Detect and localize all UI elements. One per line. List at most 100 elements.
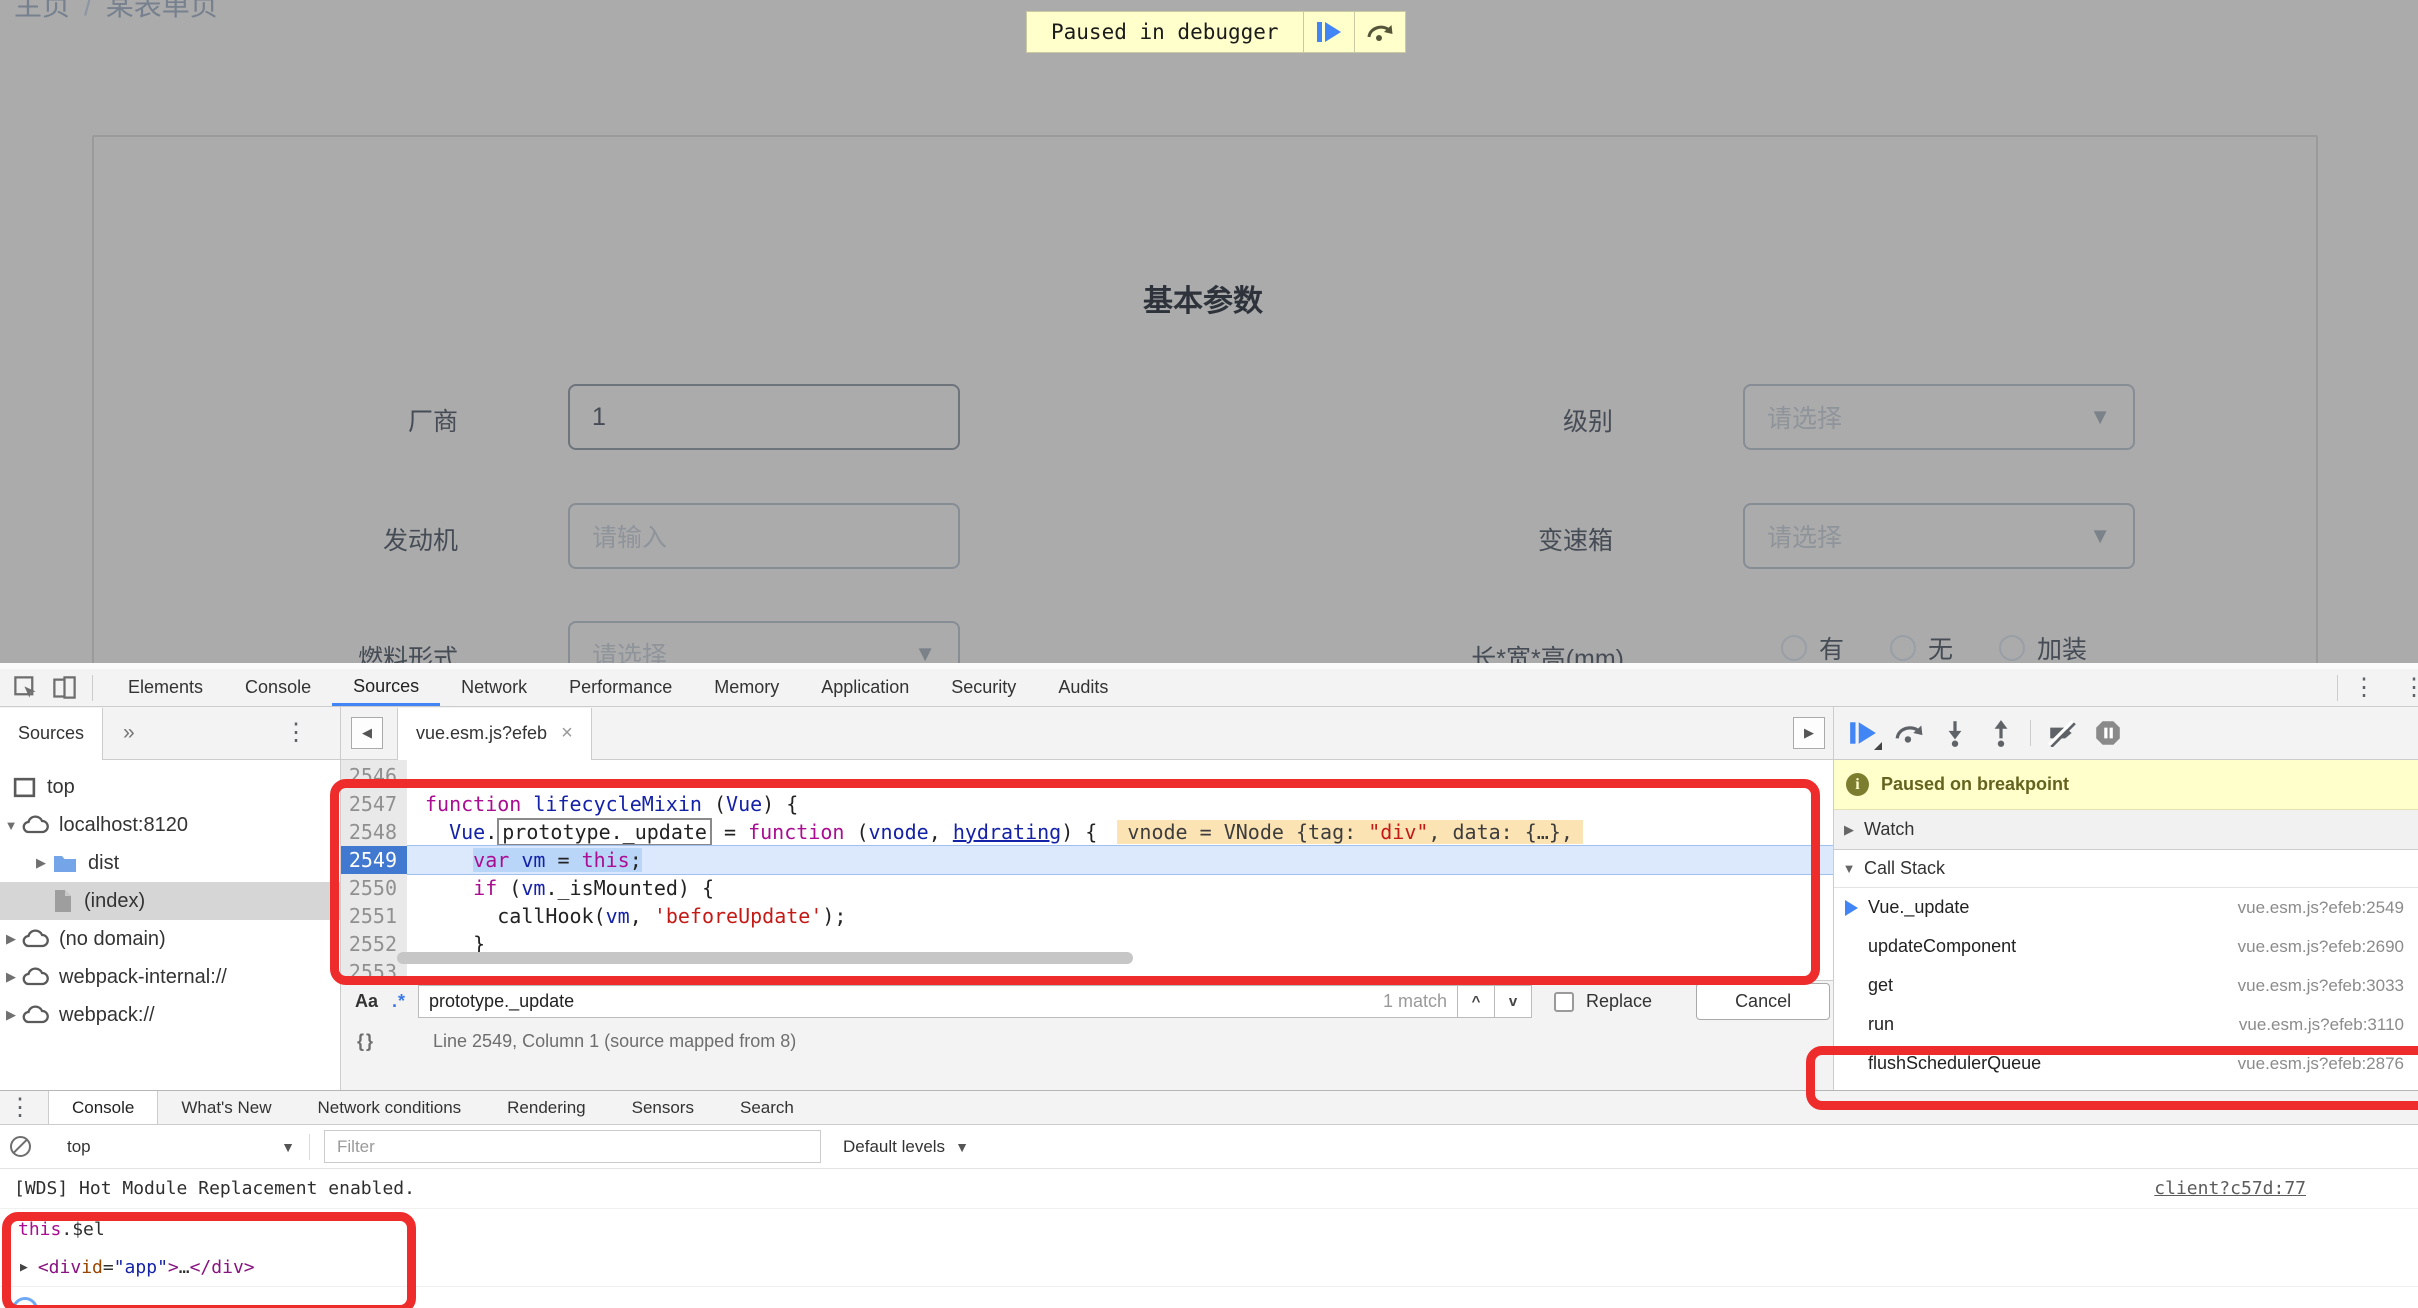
radio-label-yes[interactable]: 有 xyxy=(1819,630,1844,663)
code-line-2551[interactable]: callHook(vm, 'beforeUpdate'); xyxy=(407,902,1833,930)
fuel-select[interactable]: 请选择 ▼ xyxy=(568,621,960,663)
hide-navigator-icon[interactable]: ◀ xyxy=(351,717,383,749)
console-command[interactable]: this.$el xyxy=(0,1209,2418,1249)
navigator-menu-icon[interactable]: ⋮ xyxy=(284,721,308,745)
tree-item-no-domain[interactable]: ▶ (no domain) xyxy=(0,920,340,958)
navigator-tab-sources[interactable]: Sources xyxy=(0,708,103,760)
radio-label-addon[interactable]: 加装 xyxy=(2037,630,2087,663)
code-line-2548[interactable]: Vue.prototype._update = function (vnode,… xyxy=(407,818,1833,846)
tree-item-index-selected[interactable]: (index) xyxy=(0,882,340,920)
radio-label-no[interactable]: 无 xyxy=(1928,630,1953,663)
stack-frame[interactable]: run vue.esm.js?efeb:3110 xyxy=(1834,1005,2418,1044)
source-code-view[interactable]: 2546 2547 2548 2549 2550 2551 2552 2553 … xyxy=(341,760,1833,980)
tab-security[interactable]: Security xyxy=(930,669,1037,706)
step-out-button[interactable] xyxy=(1986,719,2016,747)
search-input[interactable]: prototype._update 1 match xyxy=(418,985,1458,1018)
overflow-tabs-icon[interactable]: » xyxy=(123,721,135,745)
log-levels-dropdown[interactable]: Default levels ▼ xyxy=(843,1137,969,1157)
tree-expanded-icon[interactable]: ▼ xyxy=(0,818,22,833)
horizontal-scrollbar[interactable] xyxy=(397,952,1133,964)
stack-frame[interactable]: updateComponent vue.esm.js?efeb:2690 xyxy=(1834,927,2418,966)
radio-icon[interactable] xyxy=(1781,635,1807,661)
match-case-toggle[interactable]: Aa xyxy=(355,991,378,1012)
tree-collapsed-icon[interactable]: ▶ xyxy=(0,931,22,947)
drawer-tab-console[interactable]: Console xyxy=(48,1091,158,1124)
step-over-button[interactable] xyxy=(1355,12,1405,52)
tree-item-dist[interactable]: ▶ dist xyxy=(0,844,340,882)
close-icon[interactable]: × xyxy=(561,722,573,745)
devtools-menu-icon[interactable]: ⋮ xyxy=(2352,676,2376,700)
devtools-menu-icon-clipped[interactable]: ⋮ xyxy=(2402,676,2418,700)
drawer-tab-rendering[interactable]: Rendering xyxy=(484,1091,608,1124)
tree-collapsed-icon[interactable]: ▶ xyxy=(30,855,52,871)
resume-script-button[interactable] xyxy=(1304,12,1355,52)
line-number[interactable]: 2553 xyxy=(341,958,397,980)
frame-location[interactable]: vue.esm.js?efeb:2549 xyxy=(2238,898,2404,918)
tree-item-localhost[interactable]: ▼ localhost:8120 xyxy=(0,806,340,844)
line-number[interactable]: 2547 xyxy=(341,790,397,818)
pause-on-exceptions-button[interactable] xyxy=(2093,719,2123,747)
tab-performance[interactable]: Performance xyxy=(548,669,693,706)
cancel-button[interactable]: Cancel xyxy=(1696,983,1830,1020)
drawer-tab-sensors[interactable]: Sensors xyxy=(609,1091,717,1124)
frame-location[interactable]: vue.esm.js?efeb:3033 xyxy=(2238,976,2404,996)
gearbox-select[interactable]: 请选择 ▼ xyxy=(1743,503,2135,569)
watch-section[interactable]: ▶ Watch xyxy=(1834,810,2418,850)
expand-result-icon[interactable]: ▶ xyxy=(20,1260,28,1275)
tree-item-webpack[interactable]: ▶ webpack:// xyxy=(0,996,340,1034)
device-toolbar-icon[interactable] xyxy=(51,674,78,701)
frame-location[interactable]: vue.esm.js?efeb:2876 xyxy=(2238,1054,2404,1074)
stack-frame-active[interactable]: Vue._update vue.esm.js?efeb:2549 xyxy=(1834,888,2418,927)
step-over-button[interactable] xyxy=(1894,719,1924,747)
line-number[interactable]: 2550 xyxy=(341,874,397,902)
call-stack-section[interactable]: ▼ Call Stack xyxy=(1834,850,2418,888)
line-number[interactable]: 2546 xyxy=(341,762,397,790)
tab-console[interactable]: Console xyxy=(224,669,332,706)
previous-match-button[interactable]: ^ xyxy=(1458,985,1495,1018)
console-result[interactable]: ▶ <div id="app">…</div> xyxy=(0,1249,2418,1287)
tab-application[interactable]: Application xyxy=(800,669,930,706)
code-line-2550[interactable]: if (vm._isMounted) { xyxy=(407,874,1833,902)
line-number-current[interactable]: 2549 xyxy=(341,846,407,874)
drawer-tab-whats-new[interactable]: What's New xyxy=(158,1091,294,1124)
code-line-2547[interactable]: function lifecycleMixin (Vue) { xyxy=(407,790,1833,818)
tab-elements[interactable]: Elements xyxy=(107,669,224,706)
tab-network[interactable]: Network xyxy=(440,669,548,706)
tree-collapsed-icon[interactable]: ▶ xyxy=(0,969,22,985)
tree-item-top[interactable]: top xyxy=(0,768,340,806)
tab-audits[interactable]: Audits xyxy=(1037,669,1129,706)
stack-frame-flush-scheduler-queue[interactable]: flushSchedulerQueue vue.esm.js?efeb:2876 xyxy=(1834,1044,2418,1083)
editor-tab-vue-esm[interactable]: vue.esm.js?efeb × xyxy=(397,708,592,760)
tree-item-webpack-internal[interactable]: ▶ webpack-internal:// xyxy=(0,958,340,996)
manufacturer-input[interactable]: 1 xyxy=(568,384,960,450)
console-filter-input[interactable]: Filter xyxy=(324,1130,821,1163)
pretty-print-icon[interactable]: {} xyxy=(357,1031,375,1052)
tab-sources[interactable]: Sources xyxy=(332,669,440,706)
drawer-menu-icon[interactable]: ⋮ xyxy=(8,1096,32,1120)
level-select[interactable]: 请选择 ▼ xyxy=(1743,384,2135,450)
source-link[interactable]: client?c57d:77 xyxy=(2154,1178,2306,1199)
deactivate-breakpoints-button[interactable] xyxy=(2047,719,2077,747)
execution-context-selector[interactable]: top ▼ xyxy=(67,1137,295,1157)
line-number[interactable]: 2551 xyxy=(341,902,397,930)
tree-collapsed-icon[interactable]: ▶ xyxy=(0,1007,22,1023)
frame-location[interactable]: vue.esm.js?efeb:3110 xyxy=(2239,1015,2404,1035)
drawer-tab-network-conditions[interactable]: Network conditions xyxy=(295,1091,485,1124)
replace-checkbox[interactable] xyxy=(1554,992,1574,1012)
line-number[interactable]: 2552 xyxy=(341,930,397,958)
show-debugger-icon[interactable]: ▶ xyxy=(1793,717,1825,749)
step-into-button[interactable] xyxy=(1940,719,1970,747)
regex-toggle[interactable]: .* xyxy=(392,991,406,1012)
stack-frame[interactable]: get vue.esm.js?efeb:3033 xyxy=(1834,966,2418,1005)
radio-icon[interactable] xyxy=(1890,635,1916,661)
engine-input[interactable]: 请输入 xyxy=(568,503,960,569)
radio-icon[interactable] xyxy=(1999,635,2025,661)
next-match-button[interactable]: v xyxy=(1495,985,1532,1018)
breadcrumb-home[interactable]: 主页 xyxy=(14,0,70,21)
resume-button[interactable] xyxy=(1848,719,1878,747)
inspect-element-icon[interactable] xyxy=(12,674,39,701)
tab-memory[interactable]: Memory xyxy=(693,669,800,706)
frame-location[interactable]: vue.esm.js?efeb:2690 xyxy=(2238,937,2404,957)
clear-console-icon[interactable] xyxy=(10,1136,31,1157)
drawer-tab-search[interactable]: Search xyxy=(717,1091,817,1124)
